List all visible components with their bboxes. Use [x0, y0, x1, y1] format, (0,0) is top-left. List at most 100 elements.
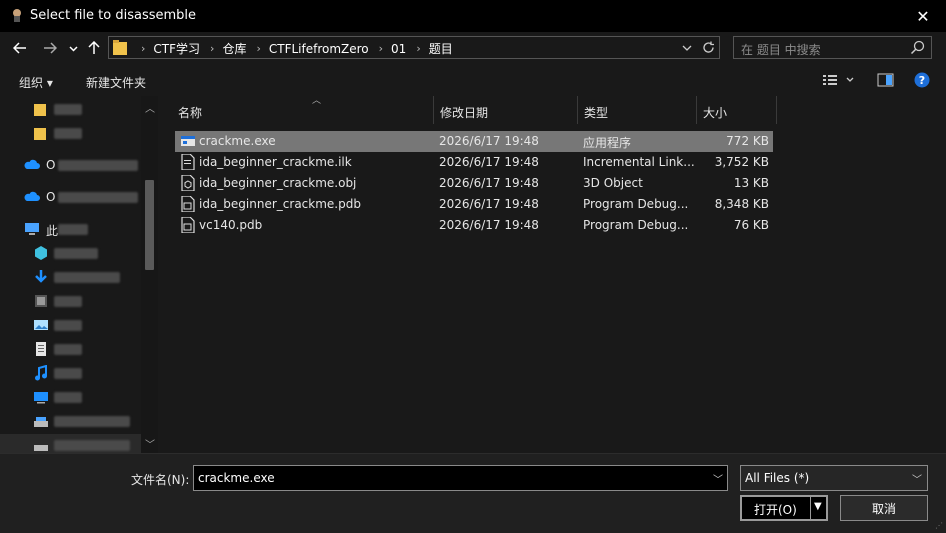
open-button[interactable]: 打开(O) ▼ [740, 495, 828, 521]
sidebar-item[interactable] [0, 122, 141, 144]
filename-label: 文件名(N): [131, 473, 190, 487]
breadcrumb-item[interactable]: 01 [391, 42, 406, 56]
file-size: 13 KB [733, 176, 769, 190]
view-options-button[interactable] [822, 72, 854, 91]
help-icon: ? [914, 72, 930, 88]
sidebar-item[interactable] [0, 290, 141, 312]
sidebar-item[interactable] [0, 362, 141, 384]
file-date: 2026/6/17 19:48 [439, 218, 539, 232]
file-row[interactable]: ida_beginner_crackme.ilk 2026/6/17 19:48… [175, 152, 773, 173]
drive-icon [34, 417, 48, 427]
videos-icon [35, 295, 47, 307]
sidebar-scrollbar[interactable]: ︿ ﹀ [141, 96, 158, 453]
cancel-button[interactable]: 取消 [840, 495, 928, 521]
sidebar-item[interactable] [0, 434, 141, 453]
desktop-icon [34, 392, 48, 404]
scrollbar-thumb[interactable] [145, 180, 154, 270]
split-divider [810, 497, 811, 519]
refresh-button[interactable] [702, 39, 715, 57]
column-header-size[interactable]: 大小 [697, 96, 777, 124]
breadcrumb: › CTF学习 › 仓库 › CTFLifefromZero › 01 › 题目 [131, 40, 453, 57]
file-row[interactable]: ida_beginner_crackme.obj 2026/6/17 19:48… [175, 173, 773, 194]
redacted-label [54, 248, 98, 259]
organize-button[interactable]: 组织 ▾ [19, 74, 53, 91]
column-header-label: 修改日期 [440, 106, 489, 120]
list-view-icon [823, 75, 854, 85]
sidebar-item[interactable] [0, 314, 141, 336]
up-button[interactable] [84, 36, 104, 60]
breadcrumb-separator[interactable]: › [379, 42, 383, 55]
breadcrumb-item[interactable]: CTF学习 [153, 40, 200, 57]
cloud-icon [24, 191, 40, 201]
redacted-label [54, 296, 82, 307]
sidebar-item-label: O [46, 158, 56, 172]
redacted-label [58, 192, 138, 203]
redacted-label [58, 160, 138, 171]
sidebar-item[interactable] [0, 242, 141, 264]
arrow-right-icon [44, 42, 57, 54]
sidebar-item[interactable] [0, 386, 141, 408]
3d-objects-icon [35, 246, 47, 260]
arrow-up-icon [88, 41, 100, 54]
breadcrumb-item[interactable]: 仓库 [222, 40, 246, 57]
3d-file-icon [181, 175, 195, 191]
downloads-icon [35, 270, 47, 283]
search-input[interactable]: 在 题目 中搜索 [741, 41, 821, 58]
scroll-up-arrow-icon[interactable]: ︿ [145, 100, 155, 115]
column-header-type[interactable]: 类型 [578, 96, 697, 124]
column-header-name[interactable]: ︿ 名称 [172, 96, 434, 124]
back-button[interactable] [8, 36, 32, 60]
redacted-label [58, 224, 88, 235]
pdb-file-icon [181, 217, 195, 233]
chevron-down-icon[interactable]: ﹀ [713, 471, 723, 486]
file-date: 2026/6/17 19:48 [439, 197, 539, 211]
sidebar-item[interactable] [0, 338, 141, 360]
filename-input[interactable]: crackme.exe ﹀ [193, 465, 728, 491]
breadcrumb-separator: › [141, 42, 146, 55]
redacted-label [54, 368, 82, 379]
breadcrumb-separator[interactable]: › [416, 42, 420, 55]
redacted-label [54, 104, 82, 115]
new-folder-button[interactable]: 新建文件夹 [86, 74, 146, 91]
preview-pane-button[interactable] [877, 72, 894, 91]
sidebar-item-this-pc[interactable]: 此 [0, 218, 141, 240]
file-row[interactable]: vc140.pdb 2026/6/17 19:48 Program Debug.… [175, 215, 773, 236]
close-button[interactable]: ✕ [900, 0, 946, 32]
window-title: Select file to disassemble [30, 8, 197, 23]
file-list: ︿ 名称 修改日期 类型 大小 crackme.exe 2026/6/17 19… [158, 96, 946, 453]
sidebar-item[interactable] [0, 410, 141, 432]
pdb-file-icon [181, 196, 195, 212]
dialog-footer: 文件名(N): crackme.exe ﹀ All Files (*) ﹀ 打开… [0, 453, 946, 533]
file-row[interactable]: ida_beginner_crackme.pdb 2026/6/17 19:48… [175, 194, 773, 215]
breadcrumb-item[interactable]: CTFLifefromZero [269, 42, 369, 56]
redacted-label [54, 128, 82, 139]
forward-button[interactable] [38, 36, 62, 60]
breadcrumb-item[interactable]: 题目 [429, 40, 453, 57]
file-type-filter[interactable]: All Files (*) ﹀ [740, 465, 928, 491]
file-row[interactable]: crackme.exe 2026/6/17 19:48 应用程序 772 KB [175, 131, 773, 152]
breadcrumb-separator[interactable]: › [210, 42, 214, 55]
resize-grip-icon[interactable]: ⋰ [935, 521, 943, 530]
address-history-button[interactable] [682, 39, 692, 57]
sort-ascending-icon: ︿ [312, 96, 322, 106]
file-type: Program Debug... [583, 218, 689, 232]
sidebar-item-onedrive[interactable]: O [0, 186, 141, 208]
scroll-down-arrow-icon[interactable]: ﹀ [145, 436, 155, 451]
file-date: 2026/6/17 19:48 [439, 176, 539, 190]
sidebar-item-onedrive[interactable]: O [0, 154, 141, 176]
recent-locations-button[interactable] [66, 36, 80, 60]
column-header-label: 名称 [178, 106, 203, 120]
address-bar[interactable]: › CTF学习 › 仓库 › CTFLifefromZero › 01 › 题目 [108, 36, 720, 59]
column-header-date[interactable]: 修改日期 [434, 96, 578, 124]
help-button[interactable]: ? [914, 72, 930, 91]
breadcrumb-separator[interactable]: › [256, 42, 260, 55]
search-box[interactable]: 在 题目 中搜索 [733, 36, 932, 59]
preview-pane-icon [877, 73, 894, 87]
sidebar-item[interactable] [0, 266, 141, 288]
navigation-pane: O O 此 [0, 96, 158, 453]
file-name: ida_beginner_crackme.pdb [199, 197, 361, 211]
command-bar: 组织 ▾ 新建文件夹 ? [0, 64, 946, 96]
folder-icon [34, 128, 46, 140]
open-options-dropdown[interactable]: ▼ [814, 501, 822, 512]
sidebar-item[interactable] [0, 98, 141, 120]
